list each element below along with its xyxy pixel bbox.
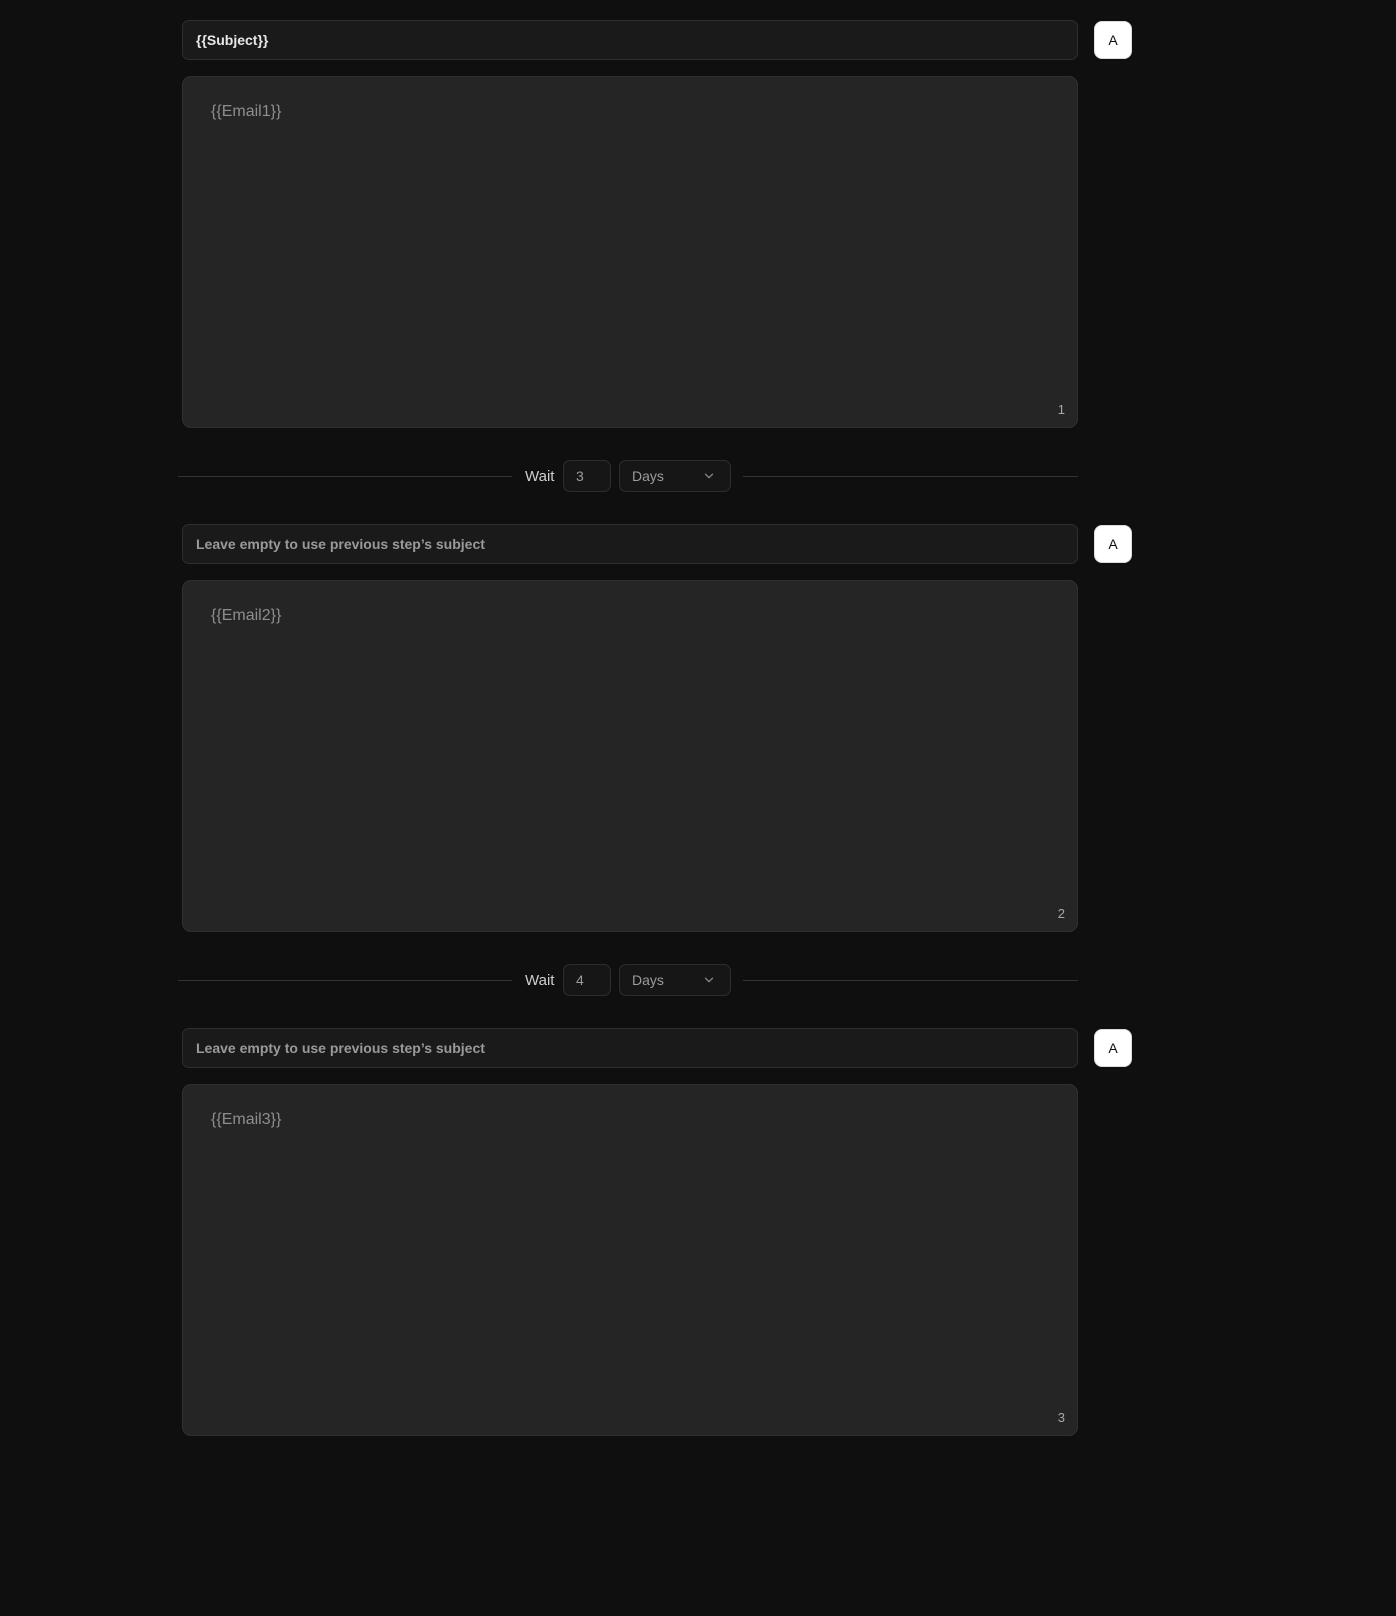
email-body-text: {{Email1}}: [211, 103, 282, 120]
ai-assist-button[interactable]: A: [1094, 1029, 1132, 1067]
wait-label: Wait: [525, 971, 555, 989]
wait-unit-select[interactable]: Days: [619, 964, 731, 996]
wait-label: Wait: [525, 467, 555, 485]
subject-row: Leave empty to use previous step’s subje…: [182, 1028, 1132, 1068]
subject-input[interactable]: Leave empty to use previous step’s subje…: [182, 1028, 1078, 1068]
ai-assist-button[interactable]: A: [1094, 21, 1132, 59]
email-body-editor[interactable]: {{Email1}} 1: [182, 76, 1078, 428]
email-step-1: {{Subject}} A {{Email1}} 1: [182, 20, 1132, 428]
email-body-editor[interactable]: {{Email3}} 3: [182, 1084, 1078, 1436]
wait-unit-value: Days: [632, 468, 664, 484]
chevron-down-icon: [704, 473, 714, 479]
wait-unit-select[interactable]: Days: [619, 460, 731, 492]
email-body-text: {{Email3}}: [211, 1111, 282, 1128]
subject-input[interactable]: Leave empty to use previous step’s subje…: [182, 524, 1078, 564]
subject-input[interactable]: {{Subject}}: [182, 20, 1078, 60]
step-number: 1: [1057, 402, 1065, 417]
subject-row: {{Subject}} A: [182, 20, 1132, 60]
email-step-3: Leave empty to use previous step’s subje…: [182, 1028, 1132, 1436]
step-number: 3: [1057, 1410, 1065, 1425]
divider-right: [743, 980, 1078, 981]
divider-left: [178, 476, 512, 477]
wait-delay-row-1: Wait 3 Days: [178, 460, 1078, 492]
wait-unit-value: Days: [632, 972, 664, 988]
email-body-editor[interactable]: {{Email2}} 2: [182, 580, 1078, 932]
ai-assist-button[interactable]: A: [1094, 525, 1132, 563]
divider-left: [178, 980, 512, 981]
email-step-2: Leave empty to use previous step’s subje…: [182, 524, 1132, 932]
wait-delay-row-2: Wait 4 Days: [178, 964, 1078, 996]
wait-amount-input[interactable]: 3: [563, 460, 611, 492]
divider-right: [743, 476, 1078, 477]
subject-row: Leave empty to use previous step’s subje…: [182, 524, 1132, 564]
step-number: 2: [1057, 906, 1065, 921]
email-body-text: {{Email2}}: [211, 607, 282, 624]
wait-amount-input[interactable]: 4: [563, 964, 611, 996]
chevron-down-icon: [704, 977, 714, 983]
